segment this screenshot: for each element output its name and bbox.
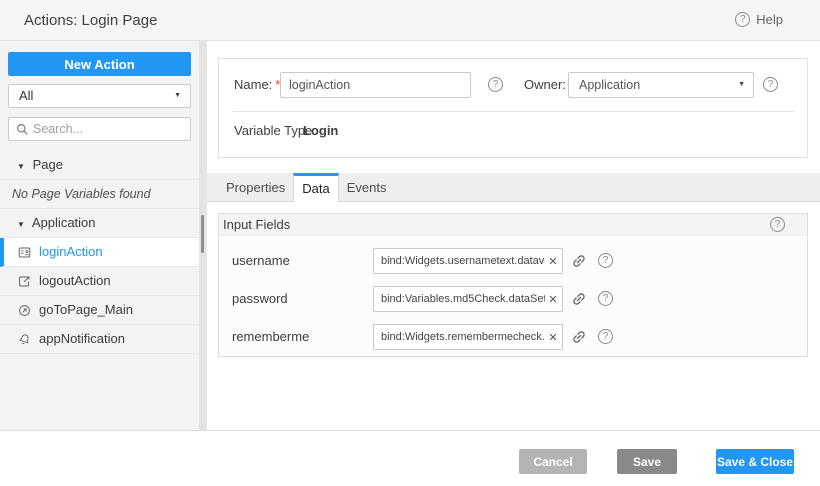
tree-item-loginaction[interactable]: loginAction: [0, 238, 199, 267]
owner-label: Owner:*: [524, 72, 574, 98]
login-variable-icon: [18, 246, 31, 259]
filter-select[interactable]: All: [8, 84, 191, 108]
bind-value-input[interactable]: [373, 286, 563, 312]
tree-group-page[interactable]: Page: [0, 151, 199, 180]
actions-dialog: Actions: Login Page Help New Action All …: [0, 0, 820, 486]
owner-help-icon[interactable]: [763, 77, 778, 92]
name-label: Name:*: [234, 72, 280, 98]
owner-select[interactable]: Application: [568, 72, 754, 98]
help-button[interactable]: Help: [735, 12, 783, 27]
help-label: Help: [756, 12, 783, 27]
input-fields-title: Input Fields: [223, 217, 290, 232]
variables-tree: Page No Page Variables found Application…: [0, 151, 199, 354]
save-button[interactable]: Save: [617, 449, 677, 474]
card-divider: [233, 111, 794, 112]
variables-sidebar: New Action All Page No Page Variables fo…: [0, 41, 199, 430]
input-fields-header: Input Fields: [219, 214, 807, 236]
bind-link-icon[interactable]: [571, 291, 587, 307]
clear-binding-icon[interactable]: [546, 248, 560, 274]
filter-select-value: All: [19, 88, 33, 103]
bind-value-input[interactable]: [373, 248, 563, 274]
variable-summary-card: Name:* Owner:* Application Variable Type…: [218, 58, 808, 158]
sidebar-scrollbar-thumb[interactable]: [201, 215, 204, 253]
input-field-row-rememberme: rememberme: [219, 324, 807, 350]
field-help-icon[interactable]: [598, 329, 613, 344]
collapse-arrow-icon: [17, 211, 29, 239]
chevron-down-icon: [174, 85, 181, 107]
tree-group-application[interactable]: Application: [0, 209, 199, 238]
input-fields-panel: Input Fields username password: [218, 213, 808, 357]
bind-value-input[interactable]: [373, 324, 563, 350]
tree-item-label: loginAction: [39, 238, 103, 266]
field-label: password: [232, 286, 288, 312]
collapse-arrow-icon: [17, 153, 29, 181]
no-page-variables-note: No Page Variables found: [0, 180, 199, 209]
clear-binding-icon[interactable]: [546, 286, 560, 312]
tree-group-label: Application: [32, 215, 96, 230]
tree-item-label: appNotification: [39, 325, 125, 353]
input-field-row-password: password: [219, 286, 807, 312]
search-input[interactable]: [33, 118, 193, 140]
input-field-row-username: username: [219, 248, 807, 274]
bind-field: [373, 248, 563, 274]
tab-properties[interactable]: Properties: [218, 173, 293, 202]
tree-item-label: goToPage_Main: [39, 296, 133, 324]
tree-item-appnotification[interactable]: appNotification: [0, 325, 199, 354]
page-title: Actions: Login Page: [24, 12, 157, 29]
field-help-icon[interactable]: [598, 253, 613, 268]
search-icon: [16, 123, 29, 136]
field-label: username: [232, 248, 290, 274]
tree-item-gotopage-main[interactable]: goToPage_Main: [0, 296, 199, 325]
tab-data[interactable]: Data: [293, 173, 338, 202]
cancel-button[interactable]: Cancel: [519, 449, 587, 474]
notification-variable-icon: [18, 333, 31, 346]
save-and-close-button[interactable]: Save & Close: [716, 449, 794, 474]
tree-item-label: logoutAction: [39, 267, 111, 295]
dialog-footer: Cancel Save Save & Close: [0, 430, 820, 486]
sidebar-scrollbar-track[interactable]: [199, 41, 207, 430]
search-box: [8, 117, 191, 141]
bind-link-icon[interactable]: [571, 329, 587, 345]
field-label: rememberme: [232, 324, 309, 350]
navigation-variable-icon: [18, 304, 31, 317]
bind-field: [373, 286, 563, 312]
bind-field: [373, 324, 563, 350]
bind-link-icon[interactable]: [571, 253, 587, 269]
tab-bar: Properties Data Events: [207, 173, 820, 202]
field-help-icon[interactable]: [598, 291, 613, 306]
tree-item-logoutaction[interactable]: logoutAction: [0, 267, 199, 296]
owner-select-value: Application: [579, 78, 640, 92]
clear-binding-icon[interactable]: [546, 324, 560, 350]
name-help-icon[interactable]: [488, 77, 503, 92]
dialog-titlebar: Actions: Login Page Help: [0, 0, 820, 41]
tree-group-label: Page: [33, 157, 63, 172]
main-content: Name:* Owner:* Application Variable Type…: [207, 41, 820, 430]
input-fields-help-icon[interactable]: [770, 217, 785, 232]
new-action-button[interactable]: New Action: [8, 52, 191, 76]
logout-variable-icon: [18, 275, 31, 288]
chevron-down-icon: [738, 73, 745, 97]
name-input[interactable]: [280, 72, 471, 98]
variable-type-value: Login: [303, 118, 338, 144]
tab-events[interactable]: Events: [339, 173, 395, 202]
help-icon: [735, 12, 750, 27]
